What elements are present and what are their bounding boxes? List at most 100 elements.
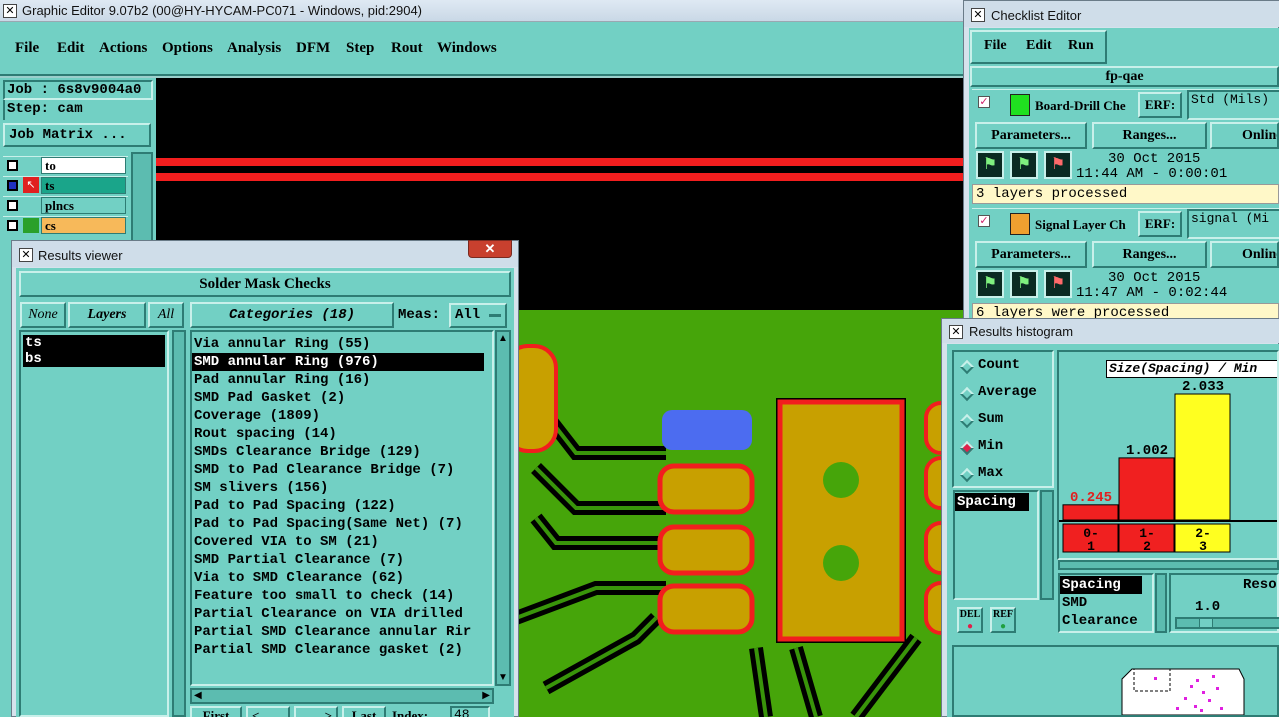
layer-row-ts[interactable]: ↖ ts: [3, 176, 128, 194]
menu-dfm[interactable]: DFM: [296, 40, 330, 57]
category-item[interactable]: SMDs Clearance Bridge (129): [192, 443, 492, 461]
resolution-slider-thumb[interactable]: [1199, 618, 1213, 628]
first-button[interactable]: First: [190, 706, 242, 717]
histogram-bar[interactable]: [1174, 393, 1231, 521]
checklist-menu-edit[interactable]: Edit: [1026, 38, 1052, 54]
checklist-menu-file[interactable]: File: [984, 38, 1007, 54]
histogram-list2-scrollbar[interactable]: [1155, 573, 1167, 633]
scroll-right-icon[interactable]: ▶: [482, 690, 490, 701]
category-item[interactable]: SMD to Pad Clearance Bridge (7): [192, 461, 492, 479]
layer-checkbox[interactable]: [7, 160, 18, 171]
histogram-list2[interactable]: Spacing SMD Clearance: [1058, 573, 1154, 633]
layers-button[interactable]: Layers: [68, 302, 146, 328]
none-button[interactable]: None: [20, 302, 66, 328]
category-item[interactable]: SM slivers (156): [192, 479, 492, 497]
categories-button[interactable]: Categories (18): [190, 302, 394, 328]
menu-file[interactable]: File: [15, 40, 39, 57]
menu-step[interactable]: Step: [346, 40, 374, 57]
check-enable-checkbox[interactable]: ✓: [978, 215, 990, 227]
mode-max-radio[interactable]: [959, 467, 975, 483]
category-item[interactable]: Partial SMD Clearance annular Rir: [192, 623, 492, 641]
histogram-list1-item[interactable]: Spacing: [955, 493, 1029, 511]
all-layers-button[interactable]: All: [148, 302, 184, 328]
layer-row-cs[interactable]: cs: [3, 216, 128, 234]
histogram-list2-item[interactable]: Clearance: [1060, 612, 1152, 630]
categories-list[interactable]: Via annular Ring (55) SMD annular Ring (9…: [190, 330, 494, 686]
erf-button[interactable]: ERF:: [1138, 211, 1182, 237]
category-item[interactable]: Pad to Pad Spacing (122): [192, 497, 492, 515]
categories-hscrollbar[interactable]: ◀ ▶: [190, 688, 494, 704]
run-selected-icon[interactable]: ⚑: [1010, 151, 1038, 179]
run-stop-icon[interactable]: ⚑: [1044, 151, 1072, 179]
mode-min-radio[interactable]: [959, 440, 975, 456]
meas-dropdown[interactable]: All: [449, 303, 507, 328]
histogram-list2-item[interactable]: SMD: [1060, 594, 1152, 612]
left-scrollbar[interactable]: [131, 152, 153, 242]
category-item[interactable]: Partial SMD Clearance gasket (2): [192, 641, 492, 659]
histogram-list1-scrollbar[interactable]: [1040, 490, 1054, 600]
results-viewer-close-button[interactable]: ✕: [468, 240, 512, 258]
category-item[interactable]: Coverage (1809): [192, 407, 492, 425]
menu-options[interactable]: Options: [162, 40, 213, 57]
job-matrix-button[interactable]: Job Matrix ...: [3, 123, 151, 147]
mode-sum-radio[interactable]: [959, 413, 975, 429]
category-item[interactable]: Pad annular Ring (16): [192, 371, 492, 389]
layer-result-item[interactable]: ts: [23, 335, 165, 351]
histogram-bar[interactable]: [1118, 457, 1175, 521]
menu-analysis[interactable]: Analysis: [227, 40, 281, 57]
checklist-menu-run[interactable]: Run: [1068, 38, 1094, 54]
histogram-hscroll[interactable]: [1058, 560, 1279, 570]
ref-button[interactable]: REF ●: [990, 607, 1016, 633]
prev-button[interactable]: <: [246, 706, 290, 717]
menu-edit[interactable]: Edit: [57, 40, 85, 57]
del-button[interactable]: DEL ●: [957, 607, 983, 633]
online-button[interactable]: Online: [1210, 122, 1279, 149]
layer-results-list[interactable]: ts bs: [19, 330, 169, 717]
resolution-slider[interactable]: [1175, 617, 1279, 629]
erf-value[interactable]: Std (Mils): [1187, 90, 1279, 120]
erf-value[interactable]: signal (Mi: [1187, 209, 1279, 239]
layer-row-to[interactable]: to: [3, 156, 128, 174]
ranges-button[interactable]: Ranges...: [1092, 122, 1207, 149]
ranges-button[interactable]: Ranges...: [1092, 241, 1207, 268]
histogram-bar[interactable]: [1062, 504, 1119, 521]
run-selected-icon[interactable]: ⚑: [1010, 270, 1038, 298]
layer-result-item[interactable]: bs: [23, 351, 165, 367]
layer-checkbox[interactable]: [7, 220, 18, 231]
scroll-down-icon[interactable]: ▼: [498, 672, 508, 683]
scroll-up-icon[interactable]: ▲: [498, 333, 508, 344]
category-item[interactable]: Partial Clearance on VIA drilled: [192, 605, 492, 623]
category-item[interactable]: Via annular Ring (55): [192, 335, 492, 353]
run-icon[interactable]: ⚑: [976, 151, 1004, 179]
histogram-list2-item[interactable]: Spacing: [1060, 576, 1142, 594]
menu-rout[interactable]: Rout: [391, 40, 423, 57]
check-enable-checkbox[interactable]: ✓: [978, 96, 990, 108]
category-item[interactable]: SMD Partial Clearance (7): [192, 551, 492, 569]
next-button[interactable]: >: [294, 706, 338, 717]
run-stop-icon[interactable]: ⚑: [1044, 270, 1072, 298]
scroll-left-icon[interactable]: ◀: [194, 690, 202, 701]
histogram-list1[interactable]: Spacing: [953, 490, 1039, 600]
categories-vscrollbar[interactable]: ▲ ▼: [495, 330, 511, 686]
layer-list-scrollbar[interactable]: [172, 330, 186, 717]
parameters-button[interactable]: Parameters...: [975, 122, 1087, 149]
category-item[interactable]: Feature too small to check (14): [192, 587, 492, 605]
index-input[interactable]: 48: [450, 706, 490, 717]
menu-windows[interactable]: Windows: [437, 40, 497, 57]
category-item[interactable]: Covered VIA to SM (21): [192, 533, 492, 551]
mode-count-radio[interactable]: [959, 359, 975, 375]
last-button[interactable]: Last: [342, 706, 386, 717]
category-item[interactable]: Pad to Pad Spacing(Same Net) (7): [192, 515, 492, 533]
online-button[interactable]: Online: [1210, 241, 1279, 268]
category-item[interactable]: SMD Pad Gasket (2): [192, 389, 492, 407]
mode-average-radio[interactable]: [959, 386, 975, 402]
menu-actions[interactable]: Actions: [99, 40, 147, 57]
layer-checkbox[interactable]: [7, 200, 18, 211]
category-item[interactable]: Rout spacing (14): [192, 425, 492, 443]
run-icon[interactable]: ⚑: [976, 270, 1004, 298]
erf-button[interactable]: ERF:: [1138, 92, 1182, 118]
category-item[interactable]: SMD annular Ring (976): [192, 353, 484, 371]
category-item[interactable]: Via to SMD Clearance (62): [192, 569, 492, 587]
parameters-button[interactable]: Parameters...: [975, 241, 1087, 268]
layer-row-plncs[interactable]: plncs: [3, 196, 128, 214]
